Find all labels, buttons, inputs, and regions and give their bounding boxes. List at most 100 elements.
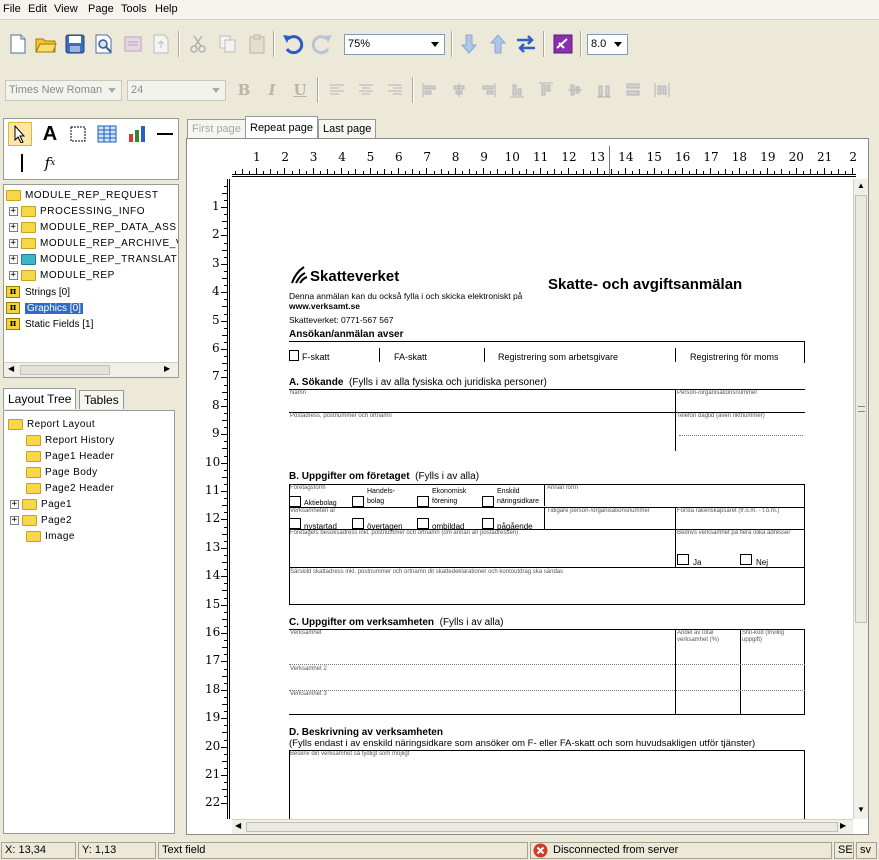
checkbox-fskatt[interactable] xyxy=(289,350,299,361)
ruler-number: 18 xyxy=(731,150,748,164)
tab-repeat-page[interactable]: Repeat page xyxy=(245,116,318,139)
expand-icon[interactable]: + xyxy=(10,515,19,525)
label-verksamhet: Verksamhet xyxy=(290,630,322,636)
scroll-left-icon[interactable]: ◀ xyxy=(8,364,14,373)
tree-item[interactable]: + PROCESSING_INFO xyxy=(9,203,145,219)
expand-icon[interactable]: + xyxy=(9,222,18,232)
layout-item[interactable]: Report History xyxy=(26,432,115,448)
tree-static-fields[interactable]: π Static Fields [1] xyxy=(6,316,93,332)
tree-item[interactable]: + MODULE_REP_DATA_ASS xyxy=(9,219,177,235)
tab-first-page[interactable]: First page xyxy=(187,119,246,139)
ruler-number: 5 xyxy=(212,312,220,327)
scroll-right-icon[interactable]: ▶ xyxy=(840,821,846,830)
layout-item[interactable]: + Page1 xyxy=(10,496,72,512)
expand-icon[interactable]: + xyxy=(9,270,18,280)
tree-item-label: MODULE_REP_TRANSLAT xyxy=(40,253,178,265)
zoom-value: 75% xyxy=(348,38,371,50)
tree-item[interactable]: + MODULE_REP_ARCHIVE_V xyxy=(9,235,178,251)
expand-icon[interactable]: + xyxy=(9,238,18,248)
tab-layout-tree[interactable]: Layout Tree xyxy=(3,388,77,409)
layout-root[interactable]: Report Layout xyxy=(8,416,95,432)
tree-root[interactable]: MODULE_REP_REQUEST xyxy=(6,187,159,203)
checkbox-enskild[interactable] xyxy=(482,496,494,507)
scroll-right-icon[interactable]: ▶ xyxy=(164,364,170,373)
swap-icon[interactable] xyxy=(514,32,538,56)
checkbox-overtagen[interactable] xyxy=(352,518,364,529)
horizontal-scrollbar[interactable]: ◀ ▶ xyxy=(232,819,853,834)
menu-tools[interactable]: Tools xyxy=(121,3,147,15)
checkbox-ombildad[interactable] xyxy=(417,518,429,529)
zoom-select[interactable]: 75% xyxy=(344,34,445,55)
ruler-number: 15 xyxy=(646,150,662,164)
ruler-number: 22 xyxy=(205,795,221,810)
scroll-left-icon[interactable]: ◀ xyxy=(235,821,241,830)
vertical-line-tool-icon[interactable] xyxy=(10,151,34,175)
connect-icon[interactable] xyxy=(551,32,575,56)
intro-line-1: Denna anmälan kan du också fylla i och s… xyxy=(289,291,523,301)
vertical-scrollbar[interactable]: ▲ ▼ xyxy=(853,179,868,819)
tree-item[interactable]: + MODULE_REP xyxy=(9,267,115,283)
tab-tables[interactable]: Tables xyxy=(79,390,124,409)
checkbox-ja[interactable] xyxy=(677,554,689,565)
same-height-icon xyxy=(592,78,616,102)
tree-strings[interactable]: π Strings [0] xyxy=(6,284,70,300)
layout-item[interactable]: Page Body xyxy=(26,464,98,480)
status-x: X: 13,34 xyxy=(1,842,76,859)
pi-icon: π xyxy=(6,286,20,298)
print-preview-icon[interactable] xyxy=(92,32,116,56)
tree-root-label: MODULE_REP_REQUEST xyxy=(25,189,159,201)
menu-file[interactable]: File xyxy=(3,3,21,15)
pi-icon: π xyxy=(6,318,20,330)
tree-item[interactable]: + MODULE_REP_TRANSLAT xyxy=(9,251,177,267)
menu-help[interactable]: Help xyxy=(155,3,178,15)
text-tool-icon[interactable]: A xyxy=(38,122,62,146)
layout-item[interactable]: Image xyxy=(26,528,75,544)
scroll-thumb[interactable] xyxy=(246,822,838,832)
rectangle-tool-icon[interactable] xyxy=(66,122,90,146)
scroll-down-icon[interactable]: ▼ xyxy=(857,805,865,814)
function-tool-icon[interactable]: fx xyxy=(38,151,62,175)
distribute-icon xyxy=(650,78,674,102)
line-tool-icon[interactable] xyxy=(153,122,177,146)
checkbox-nystartad[interactable] xyxy=(289,518,301,529)
layout-item[interactable]: Page1 Header xyxy=(26,448,114,464)
checkbox-pagaende[interactable] xyxy=(482,518,494,529)
checkbox-nej[interactable] xyxy=(740,554,752,565)
chart-tool-icon[interactable] xyxy=(125,122,149,146)
checkbox-handelsbolag[interactable] xyxy=(352,496,364,507)
expand-icon[interactable]: + xyxy=(9,254,18,264)
undo-icon[interactable] xyxy=(281,32,305,56)
tab-last-page[interactable]: Last page xyxy=(318,119,377,139)
checkbox-ekonomisk-forening[interactable] xyxy=(417,496,429,507)
tree-item-label: MODULE_REP xyxy=(40,269,115,281)
tree-graphics[interactable]: π Graphics [0] xyxy=(6,300,83,316)
layout-item[interactable]: + Page2 xyxy=(10,512,72,528)
checkbox-aktiebolag[interactable] xyxy=(289,496,301,507)
table-tool-icon[interactable] xyxy=(95,122,119,146)
expand-icon[interactable]: + xyxy=(9,206,18,216)
menu-edit[interactable]: Edit xyxy=(28,3,47,15)
save-icon[interactable] xyxy=(63,32,87,56)
open-folder-icon[interactable] xyxy=(34,32,58,56)
horizontal-scrollbar[interactable]: ◀ ▶ xyxy=(4,362,178,377)
select-pointer-icon[interactable] xyxy=(8,122,32,146)
section-a-sub: (Fylls i av alla fysiska och juridiska p… xyxy=(349,377,547,388)
scroll-up-icon[interactable]: ▲ xyxy=(857,181,865,190)
purpose-heading: Ansökan/anmälan avser xyxy=(289,329,404,340)
folder-icon xyxy=(22,514,37,526)
menu-page[interactable]: Page xyxy=(88,3,114,15)
expand-icon[interactable]: + xyxy=(10,499,19,509)
version-select[interactable]: 8.0 xyxy=(587,34,628,55)
scroll-thumb[interactable] xyxy=(20,365,110,375)
align-left-icon xyxy=(325,78,349,102)
scroll-thumb[interactable] xyxy=(855,195,867,623)
label-foretagsform: Företagsform xyxy=(290,485,326,491)
layout-item[interactable]: Page2 Header xyxy=(26,480,114,496)
layout-item-label: Page2 xyxy=(41,514,72,526)
ruler-number: 2 xyxy=(281,150,290,164)
align-center-icon xyxy=(354,78,378,102)
new-file-icon[interactable] xyxy=(6,32,30,56)
ruler-number: 21 xyxy=(205,767,221,781)
label-flera-adresser: Bedrivs verksamhet på flera olika adress… xyxy=(677,530,791,536)
menu-view[interactable]: View xyxy=(54,3,78,15)
